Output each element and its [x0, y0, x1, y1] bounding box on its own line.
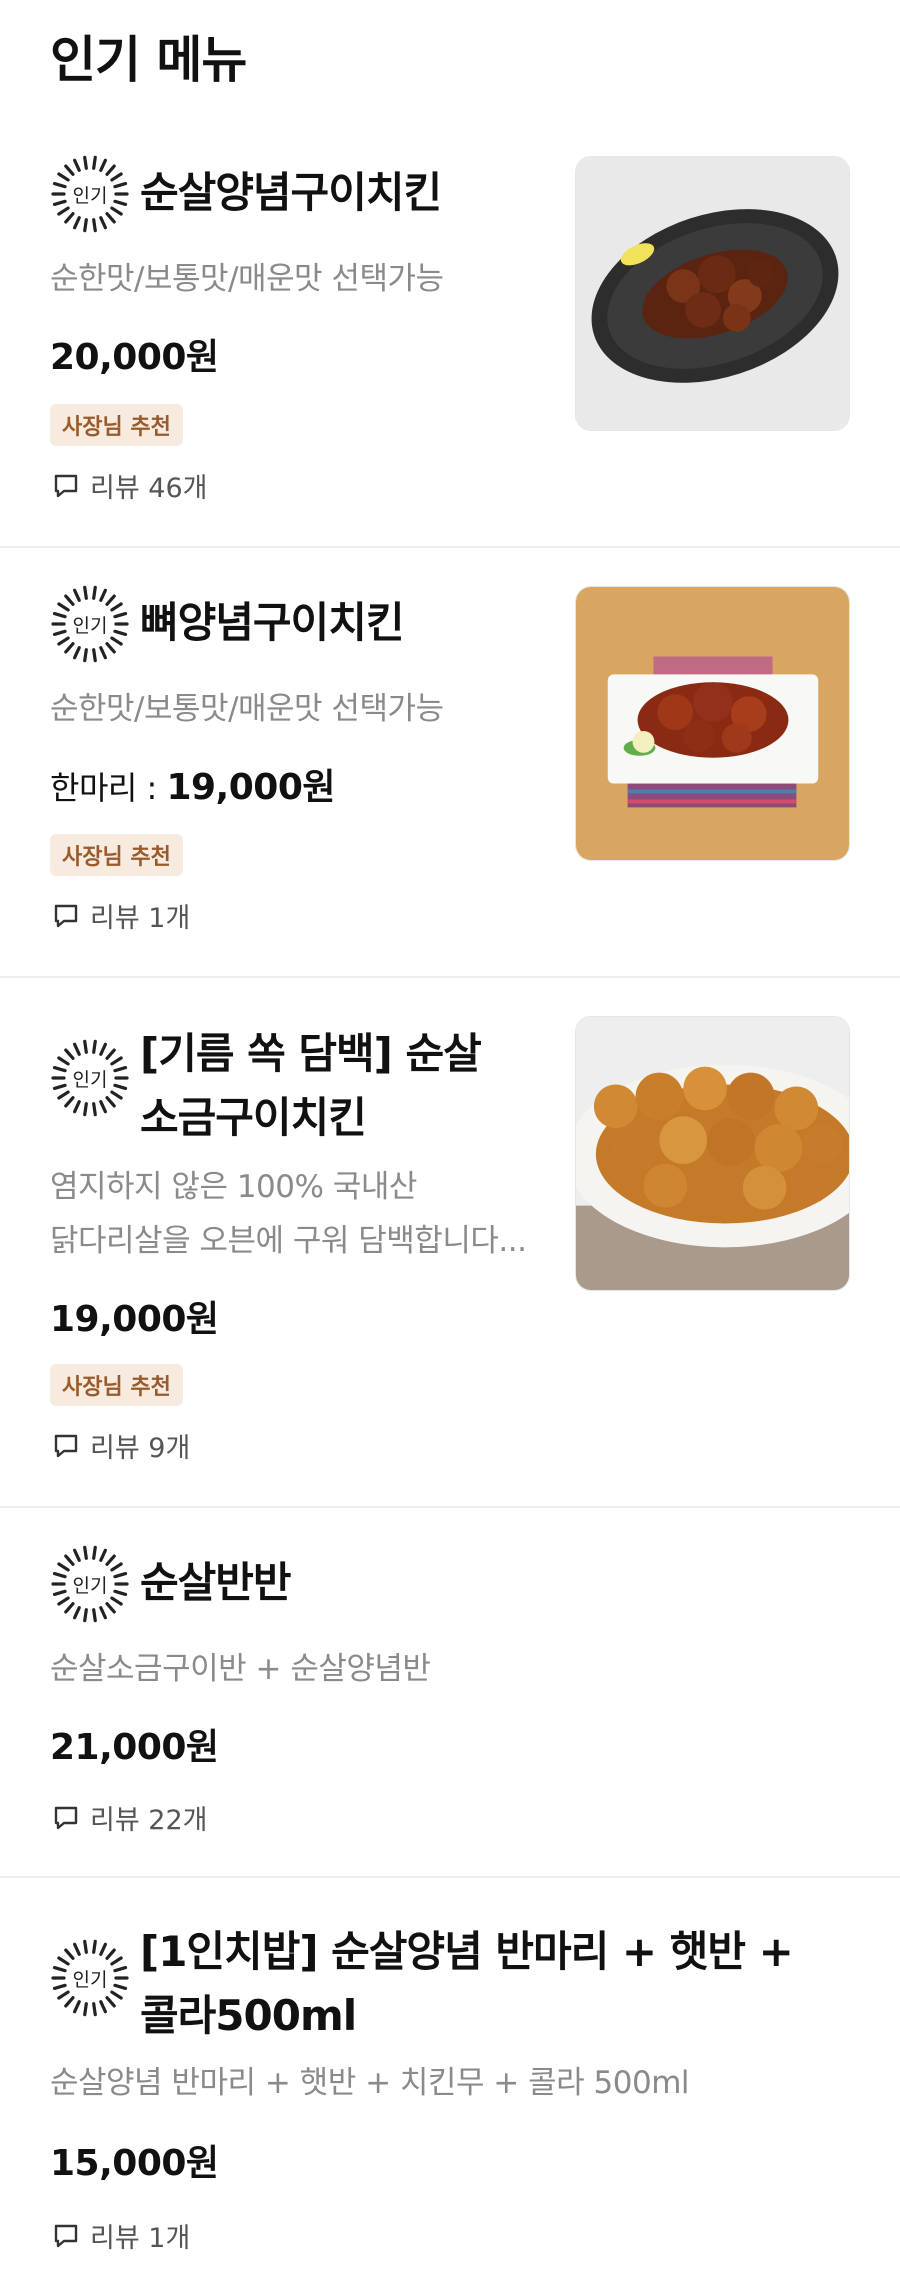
menu-item-price: 19,000원 [50, 1299, 219, 1340]
comment-icon [54, 1434, 78, 1457]
menu-item[interactable]: 인기 순살양념구이치킨 순한맛/보통맛/매운맛 선택가능 20,000원 사장님… [0, 0, 900, 548]
popular-badge-icon: 인기 [50, 1544, 130, 1624]
menu-item-name-row: 인기 순살양념구이치킨 [50, 154, 442, 234]
menu-item-description: 순살양념 반마리 + 햇반 + 치킨무 + 콜라 500ml [50, 2065, 690, 2101]
menu-item-name-row: 인기 순살반반 [50, 1544, 292, 1624]
comment-icon [54, 474, 78, 497]
owner-recommend-badge: 사장님 추천 [50, 834, 183, 876]
menu-item[interactable]: 인기 순살반반 순살소금구이반 + 순살양념반 21,000원 리뷰 22개 [0, 1508, 900, 1878]
menu-item[interactable]: 인기 뼈양념구이치킨 순한맛/보통맛/매운맛 선택가능 한마리 : 19,000… [0, 548, 900, 978]
menu-item-name-row: 인기 [1인치밥] 순살양념 반마리 + 햇반 + 콜라500ml [50, 1920, 794, 2048]
review-count: 리뷰 22개 [52, 1798, 207, 1837]
bone-chicken-plate-photo [575, 586, 850, 861]
menu-item-name-row: 인기 뼈양념구이치킨 [50, 584, 404, 664]
menu-item-price: 20,000원 [50, 337, 219, 378]
menu-item-name: 순살양념구이치킨 [140, 168, 442, 217]
comment-icon [54, 2224, 78, 2247]
review-count: 리뷰 9개 [52, 1426, 190, 1465]
menu-item-description-line1: 염지하지 않은 100% 국내산 [50, 1169, 417, 1205]
review-count: 리뷰 1개 [52, 896, 190, 935]
menu-item-price: 15,000원 [50, 2143, 219, 2184]
menu-item-name: [기름 쏙 담백] 순살 소금구이치킨 [140, 1029, 482, 1142]
popular-badge-icon: 인기 [50, 154, 130, 234]
menu-item-price: 21,000원 [50, 1727, 219, 1768]
menu-item-price: 한마리 : 19,000원 [50, 767, 335, 808]
owner-recommend-badge: 사장님 추천 [50, 1364, 183, 1406]
comment-icon [54, 1806, 78, 1829]
popular-menu-page: 인기 메뉴 인기 순살양념구이치킨 순한맛/보통맛/매운맛 선택가능 20,00… [0, 0, 900, 2274]
menu-item-name: 순살반반 [140, 1558, 292, 1607]
popular-badge-icon: 인기 [50, 584, 130, 664]
salt-chicken-plate-photo [575, 1016, 850, 1291]
menu-item[interactable]: 인기 [기름 쏙 담백] 순살 소금구이치킨 염지하지 않은 100% 국내산 … [0, 978, 900, 1508]
menu-item-description-line2: 닭다리살을 오븐에 구워 담백합니다... [50, 1223, 527, 1259]
popular-badge-icon: 인기 [50, 1038, 130, 1118]
review-count: 리뷰 1개 [52, 2216, 190, 2255]
menu-item-name-row: 인기 [기름 쏙 담백] 순살 소금구이치킨 [50, 1022, 482, 1150]
popular-badge-icon: 인기 [50, 1938, 130, 2018]
menu-item-description: 순살소금구이반 + 순살양념반 [50, 1651, 431, 1687]
menu-item-description: 순한맛/보통맛/매운맛 선택가능 [50, 261, 444, 297]
comment-icon [54, 904, 78, 927]
review-count: 리뷰 46개 [52, 466, 207, 505]
menu-item-description: 순한맛/보통맛/매운맛 선택가능 [50, 691, 444, 727]
owner-recommend-badge: 사장님 추천 [50, 404, 183, 446]
seasoned-chicken-plate-photo [575, 156, 850, 431]
menu-item-name: [1인치밥] 순살양념 반마리 + 햇반 + 콜라500ml [140, 1927, 794, 2040]
menu-item[interactable]: 인기 [1인치밥] 순살양념 반마리 + 햇반 + 콜라500ml 순살양념 반… [0, 1878, 900, 2274]
menu-item-name: 뼈양념구이치킨 [140, 598, 404, 647]
